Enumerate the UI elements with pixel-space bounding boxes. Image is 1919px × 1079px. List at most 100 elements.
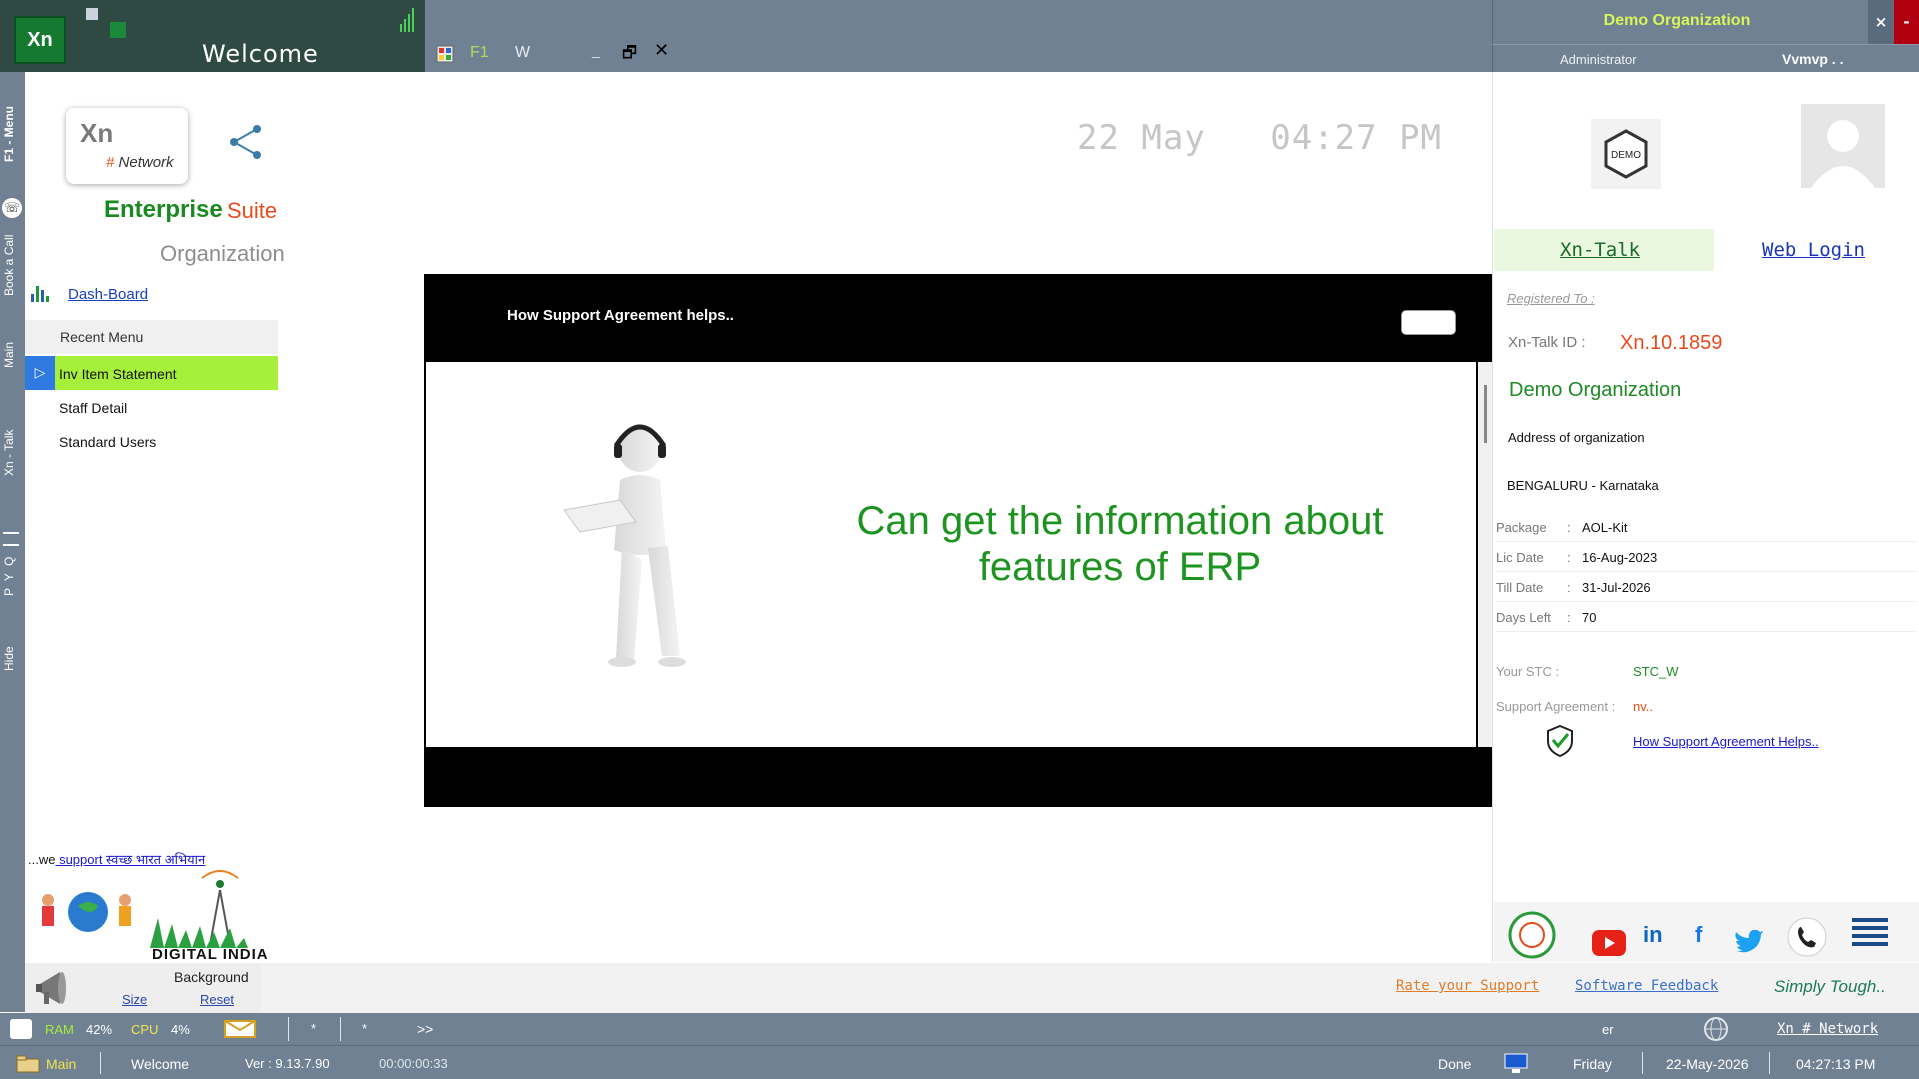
status-done: Done	[1438, 1056, 1472, 1072]
close-button[interactable]: ✕	[654, 40, 669, 61]
info-key: Till Date	[1496, 580, 1544, 595]
org-header	[1492, 0, 1919, 72]
ram-label: RAM	[45, 1022, 74, 1037]
status-version: Ver : 9.13.7.90	[245, 1056, 330, 1071]
restore-button[interactable]: 🗗	[622, 42, 637, 69]
calculator-icon[interactable]	[436, 45, 454, 63]
gst-ready-icon[interactable]	[1503, 910, 1561, 960]
registered-to-label: Registered To :	[1507, 291, 1595, 306]
status-bar-top: RAM 42% CPU 4% * * >> er Xn # Network	[0, 1013, 1919, 1045]
status-time: 04:27:13 PM	[1796, 1056, 1876, 1072]
f1-menu-button[interactable]: F1	[470, 44, 489, 62]
modal-message: Can get the information about features o…	[830, 498, 1410, 590]
linkedin-icon[interactable]: in	[1643, 922, 1663, 948]
support-agent-illustration	[563, 424, 686, 667]
chat-icon[interactable]	[1850, 914, 1890, 954]
app-window: Xn Welcome F1 W _ 🗗 ✕ Demo Organization …	[0, 0, 1919, 1079]
minimize-button[interactable]: _	[592, 42, 600, 58]
xn-network-link[interactable]: Xn # Network	[1777, 1021, 1878, 1037]
panel-close-button[interactable]: ×	[1868, 0, 1894, 44]
modal-title: How Support Agreement helps..	[507, 307, 734, 324]
info-value: 70	[1582, 610, 1597, 625]
support-agreement-label: Support Agreement :	[1496, 699, 1616, 714]
megaphone-icon[interactable]	[34, 966, 80, 1010]
w-button[interactable]: W	[515, 44, 530, 62]
swachh-bharat-link[interactable]: support स्वच्छ भारत अभियान	[55, 852, 205, 867]
background-label: Background	[174, 969, 249, 985]
recent-item[interactable]: Staff Detail	[59, 400, 127, 416]
tab-main[interactable]: Main	[2, 342, 16, 368]
software-feedback-link[interactable]: Software Feedback	[1575, 978, 1718, 994]
list-icon[interactable]	[3, 532, 19, 546]
tab-pyq[interactable]: P Y Q	[2, 555, 16, 596]
tab-xn-talk[interactable]: Xn - Talk	[2, 430, 16, 476]
recent-item[interactable]: Inv Item Statement	[59, 366, 177, 382]
brand-network: # Network	[106, 154, 174, 171]
status-main[interactable]: Main	[46, 1056, 76, 1072]
divider	[288, 1017, 289, 1041]
organization-label: Organization	[160, 241, 285, 266]
facebook-icon[interactable]: f	[1695, 922, 1702, 948]
scrollbar-thumb[interactable]	[1484, 385, 1487, 443]
user-name[interactable]: Vvmvp . .	[1782, 51, 1843, 67]
status-er: er	[1602, 1022, 1614, 1037]
vertical-tab-bar: F1 - Menu ☏ Book a Call Main Xn - Talk P…	[0, 72, 25, 1012]
background-reset-link[interactable]: Reset	[200, 992, 234, 1007]
status-bar-bottom: Main Welcome Ver : 9.13.7.90 00:00:00:33…	[0, 1045, 1919, 1079]
dashboard-link[interactable]: Dash-Board	[68, 286, 148, 303]
twitter-icon[interactable]	[1733, 930, 1763, 956]
monitor-icon[interactable]	[1504, 1052, 1528, 1074]
status-star[interactable]: *	[362, 1021, 367, 1036]
tagline: Simply Tough..	[1774, 977, 1886, 996]
mail-icon[interactable]	[224, 1020, 256, 1038]
how-support-helps-link[interactable]: How Support Agreement Helps..	[1633, 734, 1819, 749]
recent-menu-header: Recent Menu	[25, 320, 278, 354]
till-date-row: Till Date:31-Jul-2026	[1496, 572, 1916, 602]
info-value: 31-Jul-2026	[1582, 580, 1651, 595]
status-welcome: Welcome	[131, 1056, 190, 1072]
phone-icon[interactable]: ☏	[2, 198, 22, 218]
divider	[1492, 44, 1919, 45]
xn-talk-id: Xn.10.1859	[1620, 332, 1723, 354]
ram-value: 42%	[86, 1022, 113, 1037]
xn-talk-link[interactable]: Xn-Talk	[1560, 239, 1640, 261]
avatar[interactable]	[1801, 104, 1885, 188]
tab-hide[interactable]: Hide	[2, 646, 16, 671]
tab-book-a-call[interactable]: Book a Call	[2, 235, 16, 296]
org-address: Address of organization	[1508, 430, 1645, 445]
user-role: Administrator	[1560, 52, 1637, 67]
mic-icon[interactable]	[10, 1019, 32, 1039]
info-colon: :	[1567, 580, 1571, 595]
modal-message-line1: Can get the information about	[856, 499, 1384, 543]
cpu-value: 4%	[171, 1022, 190, 1037]
window-title: Welcome	[202, 40, 319, 68]
xn-talk-id-label: Xn-Talk ID :	[1508, 334, 1586, 351]
panel-minimize-button[interactable]: -	[1894, 0, 1919, 44]
app-logo[interactable]: Xn	[14, 16, 66, 64]
modal-message-line2: features of ERP	[978, 545, 1262, 589]
info-value: 16-Aug-2023	[1582, 550, 1658, 565]
signal-icon	[400, 8, 414, 32]
brand-network-label: Network	[118, 154, 174, 171]
digital-india-text: DIGITAL INDIA	[152, 946, 269, 963]
tab-f1-menu[interactable]: F1 - Menu	[2, 106, 16, 162]
home-folder-icon[interactable]	[16, 1053, 40, 1073]
background-size-link[interactable]: Size	[122, 992, 147, 1007]
stc-label: Your STC :	[1496, 664, 1560, 679]
modal-close-button[interactable]	[1401, 310, 1456, 335]
demo-logo-text: DEMO	[1611, 150, 1641, 161]
clock-date: 22 May	[1077, 118, 1206, 158]
info-colon: :	[1567, 520, 1571, 535]
rate-support-link[interactable]: Rate your Support	[1396, 978, 1539, 994]
web-login-link[interactable]: Web Login	[1762, 239, 1865, 261]
more-button[interactable]: >>	[417, 1021, 433, 1037]
globe-icon[interactable]	[1702, 1016, 1730, 1042]
youtube-icon[interactable]	[1592, 930, 1626, 956]
product-suite: Suite	[227, 198, 278, 223]
info-key: Days Left	[1496, 610, 1551, 625]
status-star[interactable]: *	[311, 1021, 316, 1036]
phone-call-icon[interactable]	[1786, 916, 1828, 958]
stc-value: STC_W	[1633, 664, 1679, 679]
share-icon[interactable]	[226, 122, 266, 162]
recent-item[interactable]: Standard Users	[59, 434, 156, 450]
